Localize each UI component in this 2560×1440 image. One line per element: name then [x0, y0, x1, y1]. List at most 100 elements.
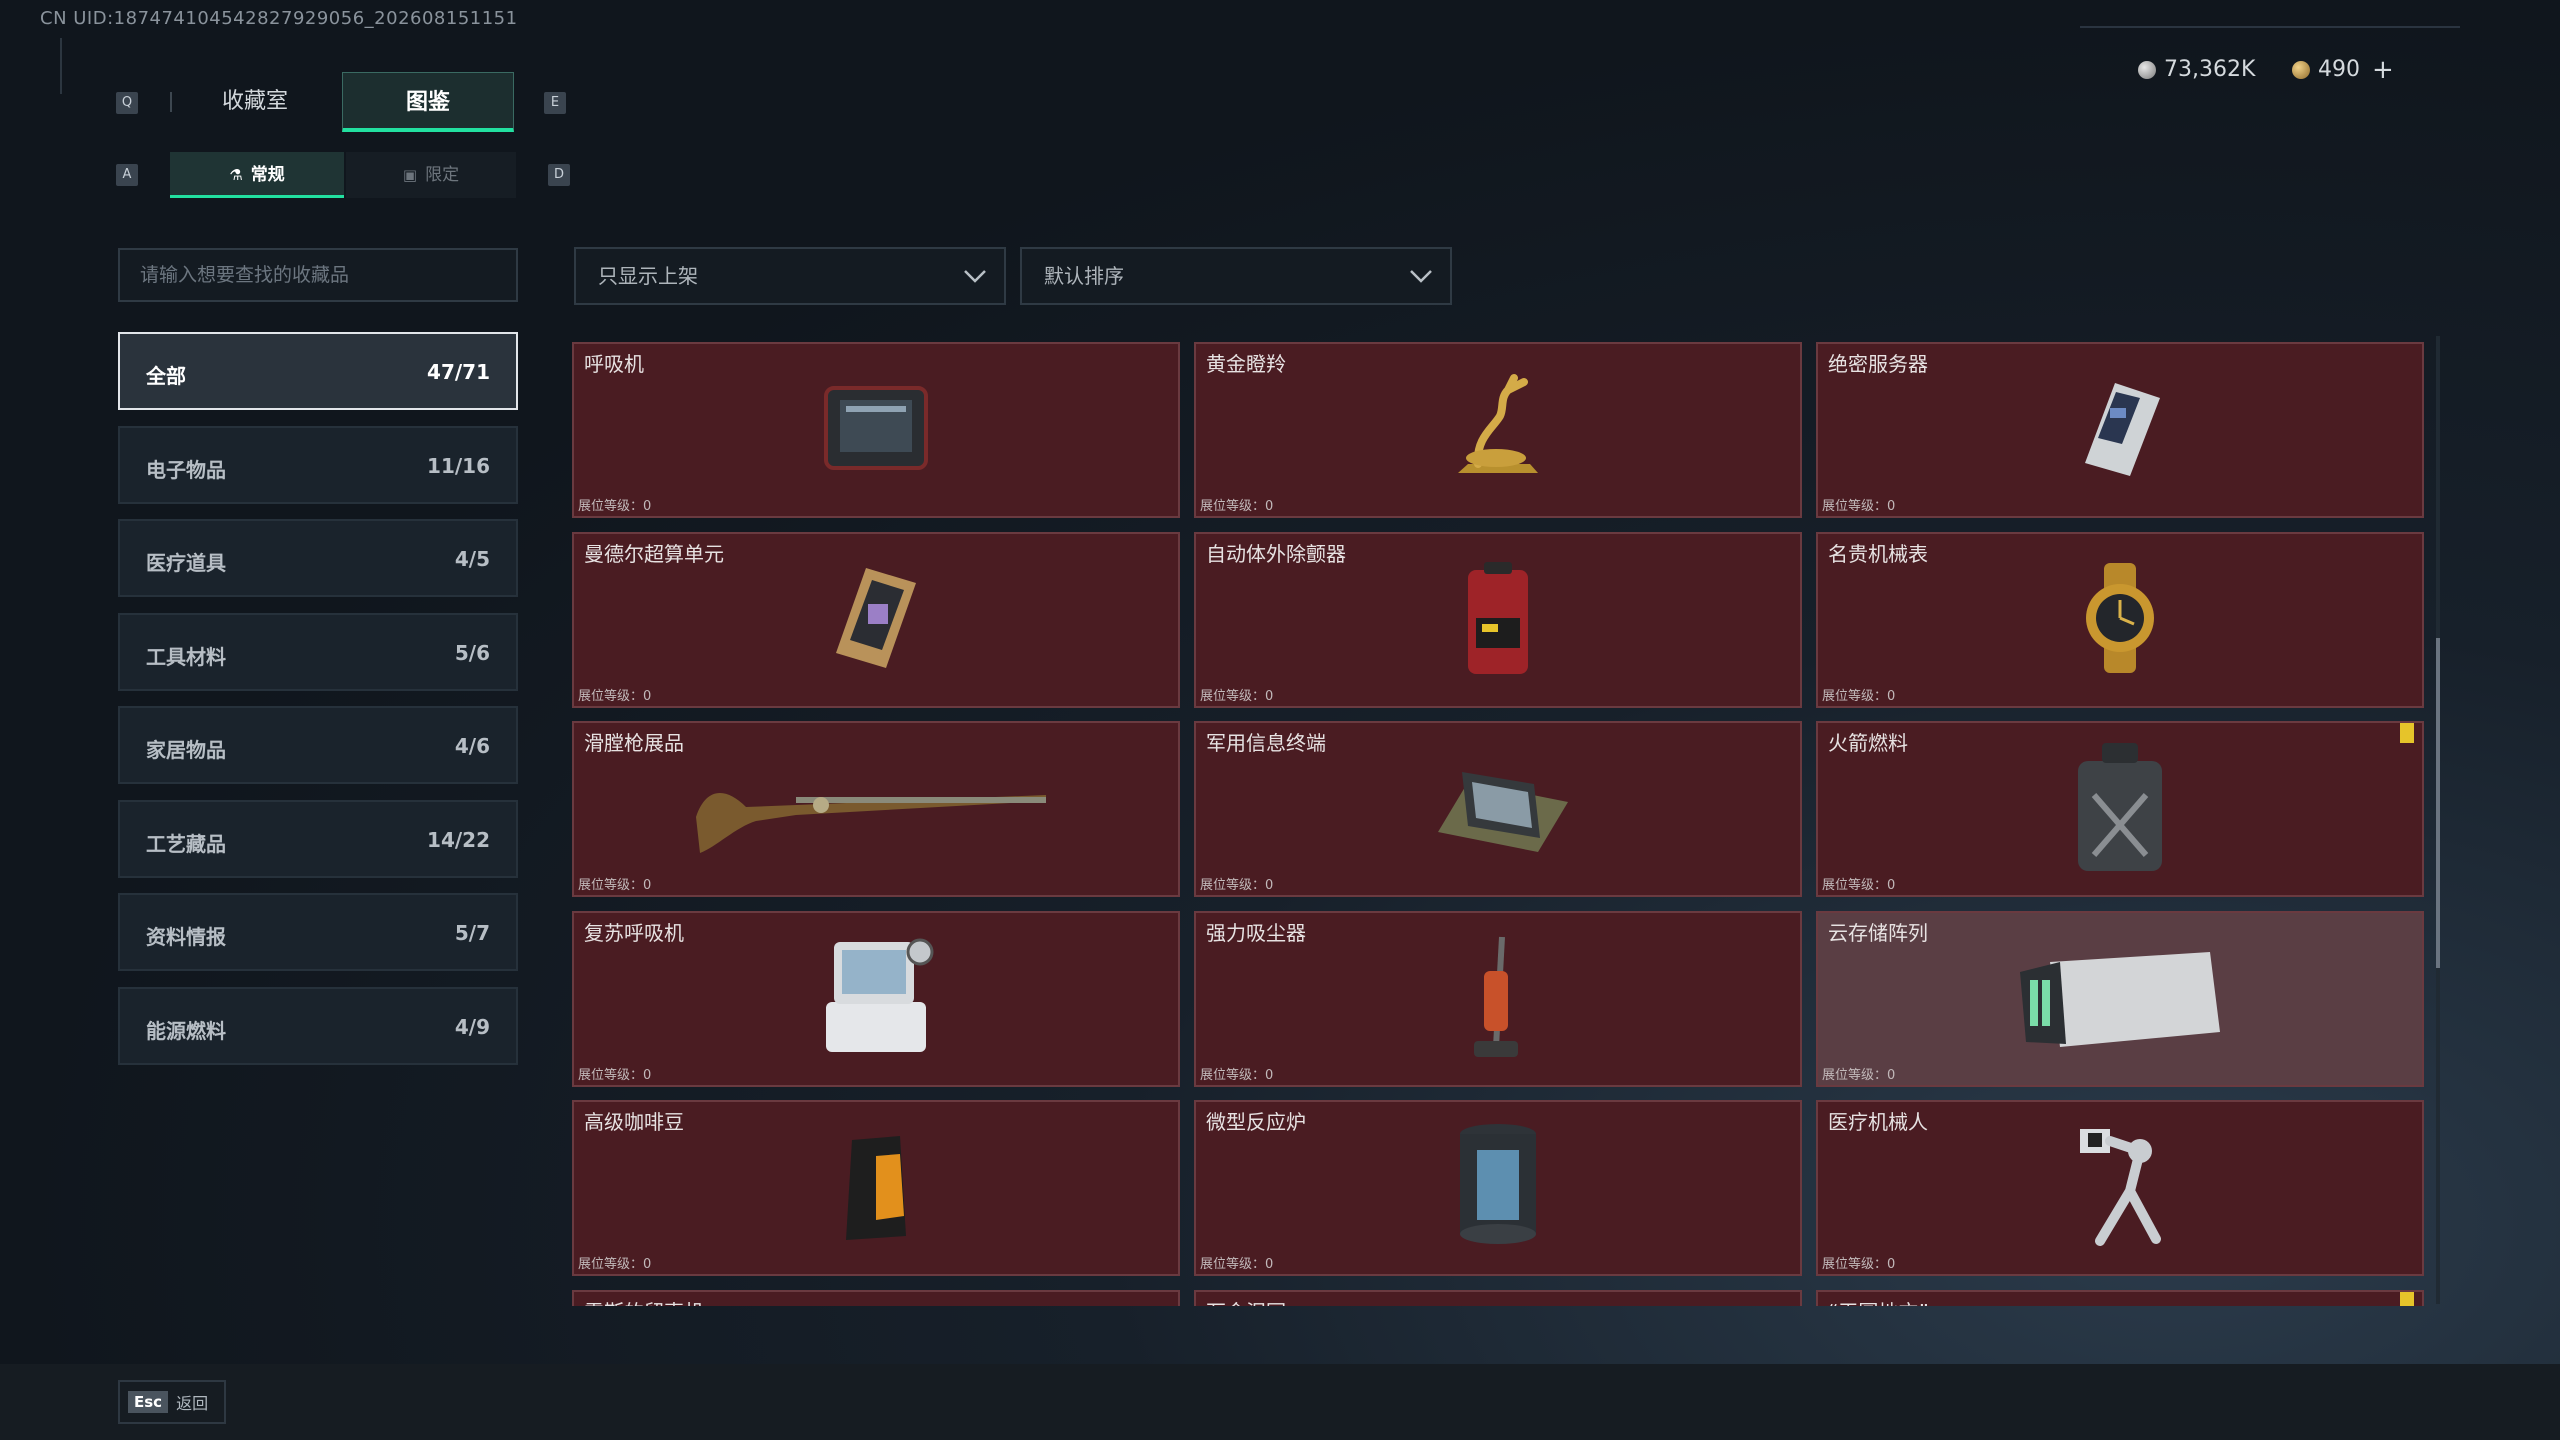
musket-icon	[686, 757, 1066, 861]
item-card[interactable]: 强力吸尘器 展位等级：0	[1194, 910, 1802, 1087]
back-label: 返回	[176, 1394, 209, 1413]
category-item[interactable]: 电子物品 11/16	[118, 425, 518, 504]
resuscitator-icon	[806, 932, 946, 1066]
item-card[interactable]: 微型反应炉 展位等级：0	[1194, 1100, 1802, 1276]
item-name: “天圆地方”	[1828, 1296, 1929, 1307]
item-level: 展位等级：0	[578, 688, 652, 704]
category-item[interactable]: 工具材料 5/6	[118, 612, 518, 691]
deco-line	[60, 38, 62, 94]
subtab-limited[interactable]: ▣ 限定	[346, 152, 516, 198]
category-item[interactable]: 能源燃料 4/9	[118, 986, 518, 1065]
key-hint-q: Q	[116, 92, 138, 114]
subtab-limited-label: 限定	[425, 165, 460, 185]
item-name: 呼吸机	[584, 352, 644, 376]
category-item[interactable]: 资料情报 5/7	[118, 893, 518, 971]
item-card[interactable]: 医疗机械人 展位等级：0	[1816, 1100, 2424, 1276]
item-name: 曼德尔超算单元	[584, 541, 724, 566]
category-name: 工艺藏品	[146, 831, 226, 856]
item-card[interactable]: 高级咖啡豆 展位等级：0	[572, 1100, 1180, 1276]
item-card[interactable]: 雷斯的留声机	[572, 1289, 1180, 1307]
item-level: 展位等级：0	[578, 878, 652, 893]
category-name: 工具材料	[146, 644, 226, 669]
category-name: 医疗道具	[146, 551, 226, 575]
golden-gazelle-icon	[1438, 368, 1558, 492]
item-card[interactable]: 滑膛枪展品展位等级：0	[572, 721, 1180, 897]
item-name: 滑膛枪展品	[584, 731, 684, 755]
item-name: 火箭燃料	[1828, 731, 1908, 755]
fuel-can-icon	[2060, 737, 2180, 881]
item-name: 云存储阵列	[1828, 920, 1928, 945]
gold-currency: 490 +	[2292, 52, 2394, 88]
item-level: 展位等级：0	[1200, 688, 1274, 704]
server-icon	[2060, 368, 2180, 492]
item-grid: 呼吸机 展位等级：0 黄金瞪羚 展位等级：0 绝密服务器 展位等级：0 曼德尔超算单元 展位等…	[572, 342, 2426, 1306]
silver-currency: 73,362K	[2138, 52, 2255, 88]
watch-icon	[2060, 558, 2180, 682]
vacuum-icon	[1458, 927, 1538, 1071]
item-card[interactable]: 自动体外除颤器展位等级：0	[1194, 531, 1802, 708]
item-card[interactable]: 军用信息终端 展位等级：0	[1194, 721, 1802, 897]
top-divider	[2080, 26, 2460, 28]
chevron-down-icon	[1410, 270, 1432, 283]
category-item[interactable]: 家居物品 4/6	[118, 706, 518, 784]
search-input[interactable]: 请输入想要查找的收藏品	[118, 248, 518, 302]
back-button[interactable]: Esc 返回	[118, 1380, 226, 1424]
bookmark-flag-icon	[2400, 723, 2414, 743]
reactor-icon	[1443, 1116, 1553, 1260]
key-hint-e: E	[544, 92, 566, 114]
tab-codex[interactable]: 图鉴	[342, 72, 514, 132]
item-card[interactable]: 呼吸机展位等级：0	[572, 342, 1180, 518]
chevron-down-icon	[964, 270, 986, 283]
ventilator-icon	[816, 378, 936, 482]
filter-dropdown-label: 只显示上架	[598, 264, 698, 288]
category-item[interactable]: 全部 47/71	[118, 332, 518, 410]
category-name: 全部	[146, 364, 186, 388]
item-card[interactable]: 复苏呼吸机 展位等级：0	[572, 910, 1180, 1087]
item-card[interactable]: 曼德尔超算单元展位等级：0	[572, 531, 1180, 708]
item-card[interactable]: “天圆地方”	[1816, 1289, 2424, 1307]
category-name: 家居物品	[146, 738, 226, 762]
image-icon: ▣	[402, 166, 418, 184]
add-currency-button[interactable]: +	[2372, 52, 2394, 88]
item-level: 展位等级：0	[1822, 1067, 1896, 1083]
esc-key-hint: Esc	[128, 1391, 169, 1413]
sort-dropdown[interactable]: 默认排序	[1020, 247, 1452, 305]
category-count: 5/7	[454, 921, 490, 945]
item-card[interactable]: 云存储阵列展位等级：0	[1816, 910, 2424, 1087]
item-card[interactable]: 名贵机械表 展位等级：0	[1816, 531, 2424, 708]
silver-coin-icon	[2138, 61, 2156, 79]
item-name: 绝密服务器	[1828, 352, 1928, 376]
item-name: 雷斯的留声机	[584, 1296, 704, 1307]
item-name: 微型反应炉	[1206, 1110, 1306, 1134]
item-level: 展位等级：0	[1822, 1257, 1896, 1272]
tab-collection[interactable]: 收藏室	[170, 72, 340, 132]
uid-label: CN UID:187474104542827929056_20260815115…	[40, 8, 518, 29]
military-terminal-icon	[1418, 742, 1578, 876]
filter-dropdown[interactable]: 只显示上架	[574, 247, 1006, 305]
item-name: 高级咖啡豆	[584, 1110, 684, 1134]
item-name: 复苏呼吸机	[584, 920, 684, 945]
subtab-regular-label: 常规	[250, 165, 285, 185]
scrollbar-thumb[interactable]	[2436, 638, 2440, 968]
item-card[interactable]: 绝密服务器展位等级：0	[1816, 342, 2424, 518]
category-count: 14/22	[427, 827, 490, 852]
item-name: 自动体外除颤器	[1206, 541, 1346, 566]
medical-robot-icon	[2060, 1121, 2180, 1255]
coffee-bag-icon	[836, 1126, 916, 1250]
category-count: 4/6	[454, 734, 490, 758]
silver-amount: 73,362K	[2164, 57, 2256, 82]
item-card[interactable]: 火箭燃料 展位等级：0	[1816, 721, 2424, 897]
bottom-bar	[0, 1364, 2560, 1440]
category-item[interactable]: 工艺藏品 14/22	[118, 799, 518, 878]
subtab-regular[interactable]: ⚗ 常规	[170, 152, 344, 198]
item-name: 名贵机械表	[1828, 541, 1928, 566]
item-card[interactable]: 黄金瞪羚 展位等级：0	[1194, 342, 1802, 518]
item-name: 万金泪冠	[1206, 1296, 1286, 1307]
item-level: 展位等级：0	[578, 499, 652, 514]
item-card[interactable]: 万金泪冠	[1194, 1289, 1802, 1307]
item-level: 展位等级：0	[1822, 499, 1896, 514]
category-item[interactable]: 医疗道具 4/5	[118, 519, 518, 597]
key-hint-a: A	[116, 164, 138, 186]
category-name: 资料情报	[146, 925, 226, 949]
item-name: 黄金瞪羚	[1206, 352, 1286, 376]
